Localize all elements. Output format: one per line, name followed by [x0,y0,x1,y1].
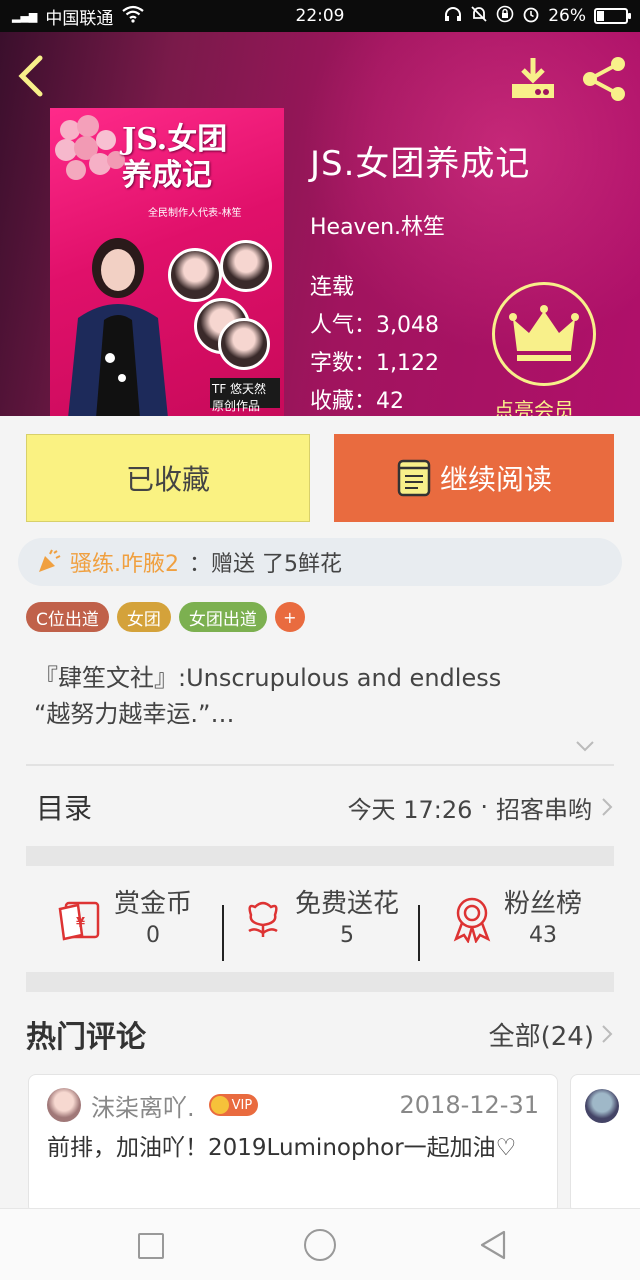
favorites-value: 42 [376,389,405,414]
gift-user[interactable]: 骚练.咋腋2 [70,546,179,578]
back-button[interactable] [16,54,56,104]
stat-name: 赏金币 [113,889,192,919]
cover-title-line2: 养成记 [122,158,212,193]
continue-reading-button[interactable]: 继续阅读 [334,434,614,522]
stat-fan-ranking[interactable]: 粉丝榜 43 [418,887,614,961]
back-triangle-icon[interactable] [478,1229,508,1261]
cover-subtitle: 全民制作人代表-林笙 [148,208,242,219]
mute-icon [470,5,488,28]
crown-icon [509,305,579,361]
vip-crown-button[interactable] [492,282,596,386]
red-envelope-icon: ¥ [58,901,100,941]
tag-pill[interactable]: C位出道 [26,602,109,632]
vip-badge: VIP [208,1094,259,1116]
cover-portrait-2 [220,240,272,292]
vip-crown-icon [210,1096,229,1114]
favorited-button[interactable]: 已收藏 [26,434,310,522]
cover-publisher-tag: TF 悠天然 原创作品 [210,378,280,413]
cover-portrait-1 [168,248,222,302]
book-title: JS.女团养成记 [310,144,531,184]
book-icon [397,459,431,497]
battery-percent: 26% [548,6,586,26]
share-button[interactable] [580,54,630,104]
cover-title: JS.女团 养成记 [122,122,227,194]
table-of-contents-row[interactable]: 目录 今天 17:26 · 招客串哟 [26,766,614,848]
words-value: 1,122 [376,351,439,376]
book-cover[interactable]: JS.女团 养成记 全民制作人代表-林笙 TF 悠天然 原创作品 [50,108,284,416]
description-line1: 『肆笙文社』:Unscrupulous and endless [34,664,502,692]
gift-notice[interactable]: 骚练.咋腋2 ：赠送 了5鲜花 [18,538,622,586]
status-bar: ▂▄▆ 中国联通 22:09 26% [0,0,640,32]
share-icon [583,57,625,101]
all-comments-link[interactable]: 全部(24) [489,1016,614,1053]
avatar[interactable] [47,1088,81,1122]
book-description[interactable]: 『肆笙文社』:Unscrupulous and endless “越努力越幸运.… [34,660,594,732]
section-divider [26,846,614,866]
party-horn-icon [39,549,61,572]
vip-cta-label[interactable]: 点亮会员 [494,394,574,416]
continue-reading-label: 继续阅读 [439,463,552,496]
tag-pill[interactable]: 女团 [116,602,171,632]
download-button[interactable] [508,54,558,104]
expand-chevron-down-icon[interactable] [574,734,596,756]
cover-girl-illustration [68,238,168,416]
action-buttons: 已收藏 继续阅读 [26,434,614,522]
download-icon [512,58,554,98]
hot-comments-header: 热门评论 全部(24) [26,1004,614,1064]
gift-text: ：赠送 了5鲜花 [189,552,342,577]
home-button[interactable] [304,1229,336,1261]
book-author[interactable]: Heaven.林笙 [310,209,530,241]
stat-name: 粉丝榜 [503,889,582,919]
description-line2: “越努力越幸运.”… [34,700,235,728]
toc-latest: 今天 17:26 · 招客串哟 [348,790,614,825]
cover-title-line1: JS.女团 [122,122,228,157]
stat-value: 5 [339,923,354,948]
comment-card[interactable]: 沫柒离吖. VIP 2018-12-31 前排，加油吖！2019Luminoph… [28,1074,558,1214]
favorites-label: 收藏： [310,389,377,414]
popularity-label: 人气： [310,313,377,338]
lock-rotation-icon [496,5,514,28]
add-tag-button[interactable]: + [274,602,305,632]
comment-text: 前排，加油吖！2019Luminophor一起加油♡ [47,1135,517,1161]
stat-free-flowers[interactable]: 免费送花 5 [222,887,418,961]
popularity-value: 3,048 [376,313,439,338]
toc-latest-chapter: 招客串哟 [496,795,592,824]
all-comments-label: 全部(24) [488,1021,594,1052]
vip-badge-label: VIP [231,1097,253,1113]
flower-icon [248,901,278,937]
svg-text:¥: ¥ [76,916,85,931]
stat-value: 43 [528,923,557,948]
recent-apps-button[interactable] [138,1233,164,1259]
tag-pill[interactable]: 女团出道 [178,602,267,632]
stat-reward-coins[interactable]: ¥ 赏金币 0 [26,887,222,951]
system-nav-bar [0,1208,640,1280]
stat-value: 0 [145,923,160,948]
words-label: 字数： [310,351,377,376]
cover-portrait-4 [218,318,270,370]
chevron-right-icon [602,798,613,816]
support-stats: ¥ 赏金币 0 免费送花 5 粉丝榜 43 [26,866,614,972]
comment-username[interactable]: 沫柒离吖. [91,1088,195,1123]
favorited-label: 已收藏 [125,463,210,496]
comment-date: 2018-12-31 [399,1091,539,1119]
hot-comments-title: 热门评论 [26,1020,146,1055]
toc-label: 目录 [36,792,93,825]
section-divider [26,972,614,992]
avatar [585,1089,619,1123]
toc-update-time: 今天 17:26 [347,795,473,824]
battery-icon [594,8,631,24]
medal-icon [453,897,491,943]
tag-list: C位出道 女团 女团出道 + [26,602,305,632]
alarm-icon [522,5,540,28]
headphones-icon [444,6,462,27]
stat-name: 免费送花 [294,889,399,919]
toc-separator: · [480,793,488,821]
chevron-right-icon [602,1025,613,1043]
comment-card-next[interactable] [570,1074,640,1214]
chevron-left-icon [18,55,43,97]
book-header: JS.女团 养成记 全民制作人代表-林笙 TF 悠天然 原创作品 JS.女团养成… [0,32,640,416]
